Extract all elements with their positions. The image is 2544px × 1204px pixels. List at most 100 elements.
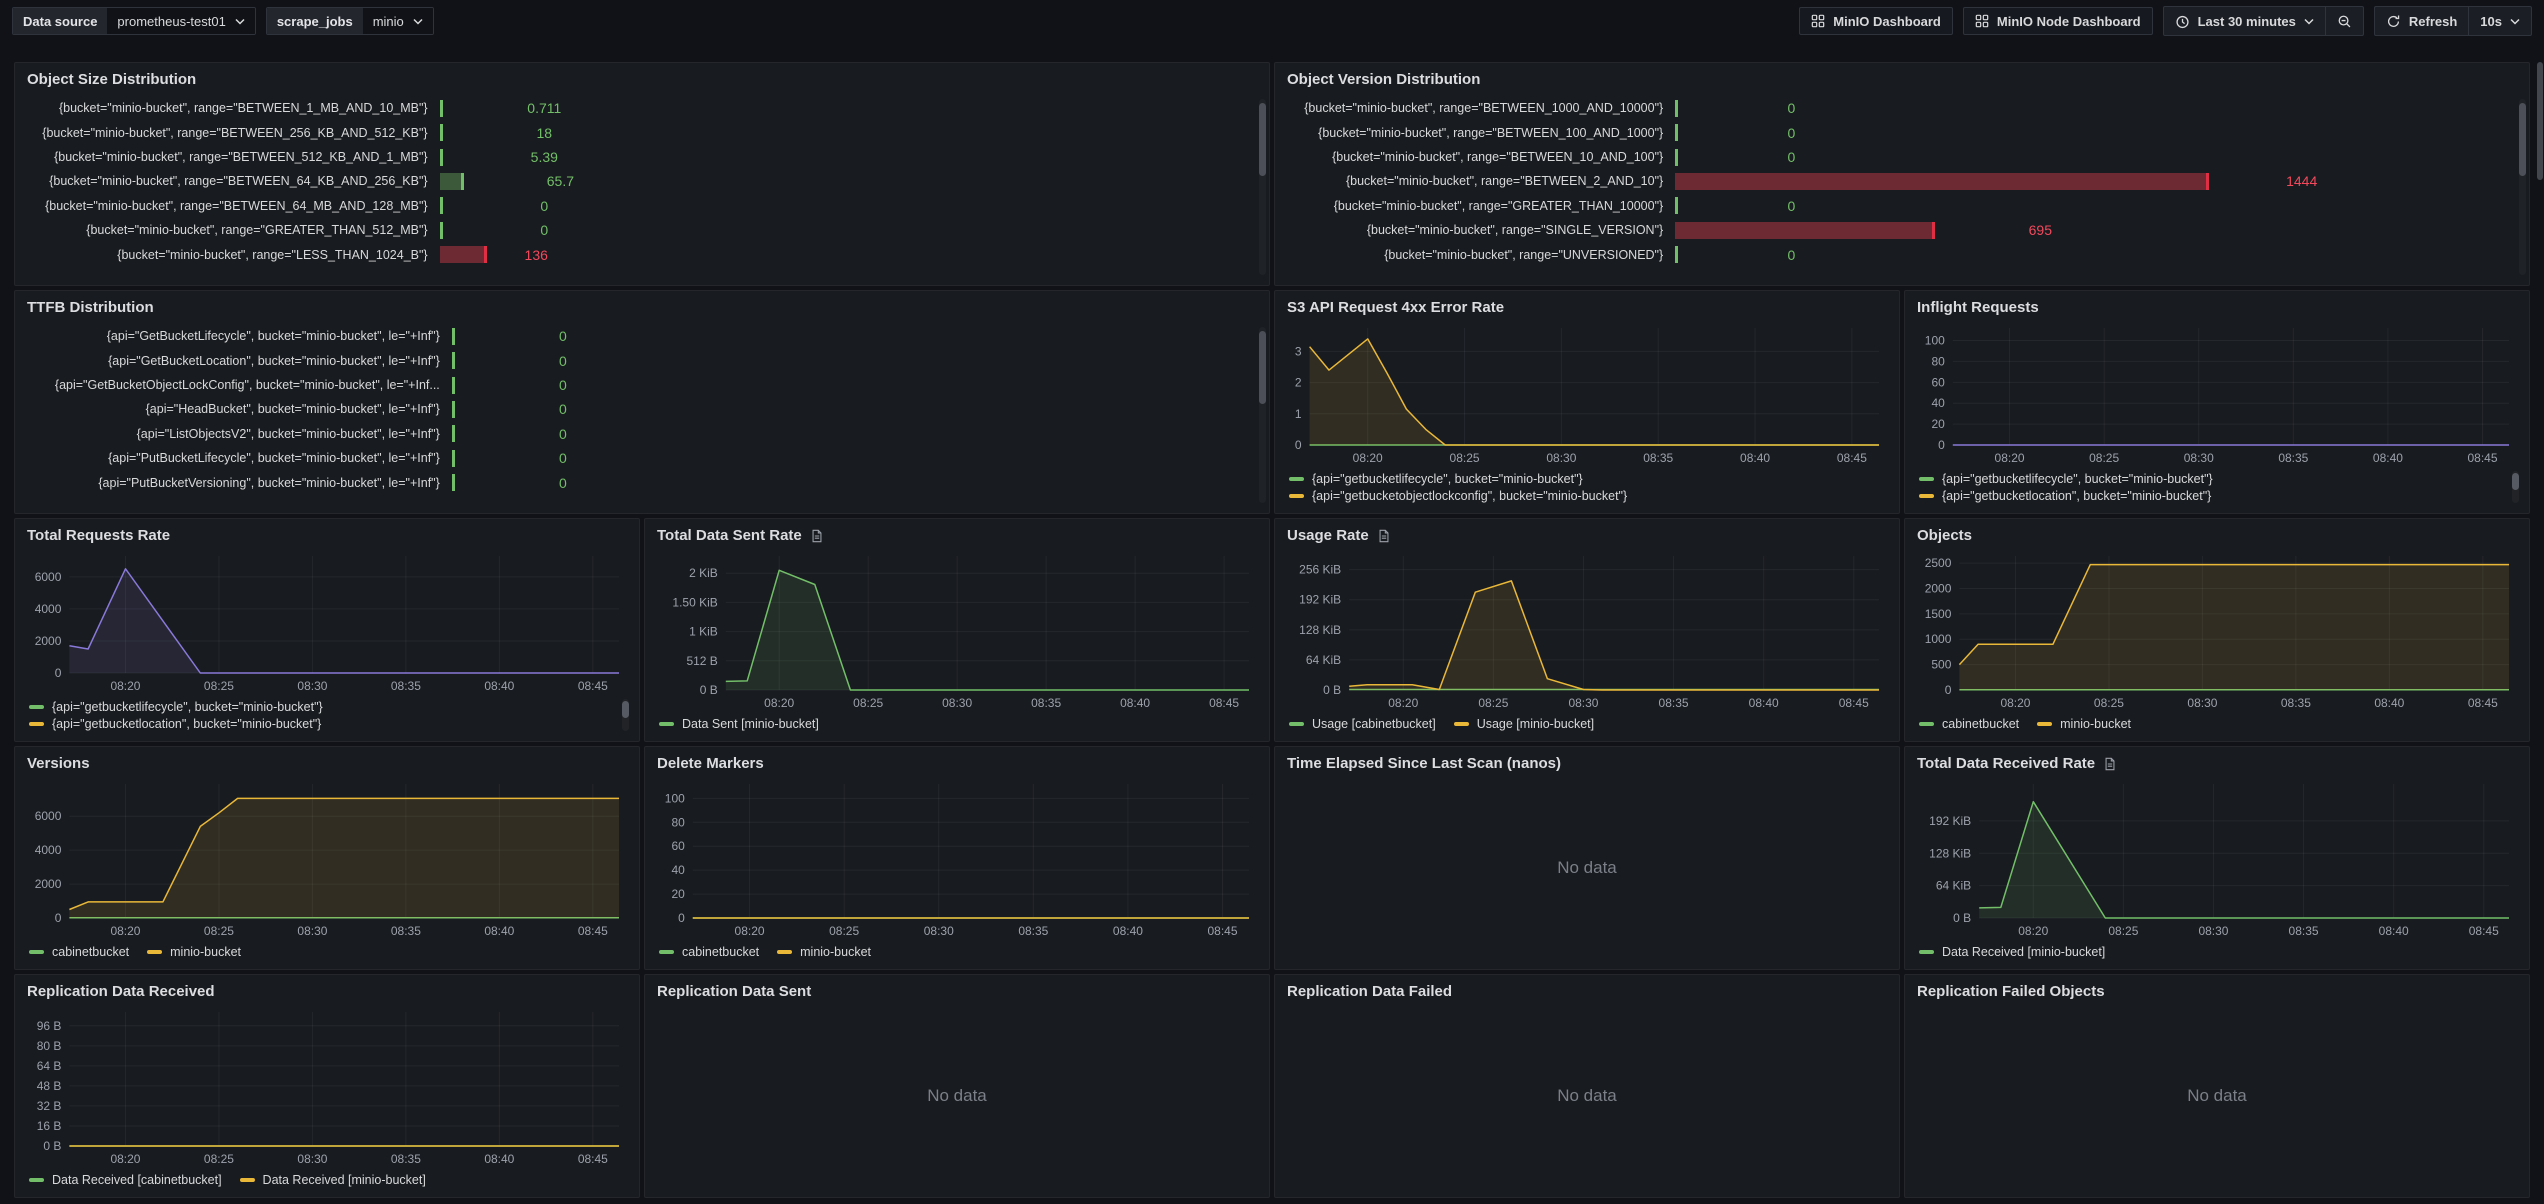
x-axis-tick-label: 08:35	[391, 679, 421, 693]
bar-gauge-bar	[452, 328, 455, 345]
bar-gauge-bar	[452, 352, 455, 369]
legend-item[interactable]: {api="getbucketlifecycle", bucket="minio…	[1919, 472, 2515, 486]
legend-item[interactable]: Usage [minio-bucket]	[1454, 717, 1594, 731]
minio-node-dashboard-link-button[interactable]: MinIO Node Dashboard	[1963, 7, 2153, 35]
datasource-label: Data source	[13, 8, 107, 34]
legend-scrollbar-thumb[interactable]	[622, 701, 629, 718]
legend-swatch	[2037, 722, 2052, 726]
bar-gauge-value: 0	[1787, 100, 1795, 116]
clock-icon	[2175, 14, 2190, 29]
x-axis-tick-label: 08:40	[1120, 696, 1150, 710]
panel-description-icon[interactable]	[1377, 529, 1391, 543]
legend-swatch	[29, 722, 44, 726]
time-range-picker[interactable]: Last 30 minutes	[2164, 7, 2325, 35]
panel-description-icon[interactable]	[2103, 757, 2117, 771]
scrape-jobs-select[interactable]: minio	[363, 8, 433, 34]
panel-title[interactable]: Usage Rate	[1287, 527, 1369, 544]
y-axis-tick-label: 0	[1938, 438, 1945, 452]
panel-scrollbar-thumb[interactable]	[2519, 103, 2526, 177]
legend-item[interactable]: Data Received [cabinetbucket]	[29, 1173, 222, 1187]
series-line	[1349, 581, 1879, 690]
panel-title[interactable]: Objects	[1917, 527, 1972, 544]
datasource-select[interactable]: prometheus-test01	[107, 8, 254, 34]
bar-gauge-label: {bucket="minio-bucket", range="BETWEEN_6…	[25, 174, 440, 188]
bar-gauge-row: {api="GetBucketLifecycle", bucket="minio…	[25, 324, 1245, 348]
bar-gauge-label: {bucket="minio-bucket", range="BETWEEN_1…	[1285, 126, 1675, 140]
refresh-label: Refresh	[2409, 14, 2457, 29]
panel-title[interactable]: Total Requests Rate	[27, 527, 170, 544]
panel-title[interactable]: Versions	[27, 755, 90, 772]
legend-label: Data Received [minio-bucket]	[1942, 945, 2105, 959]
panel-scrollbar-thumb[interactable]	[1259, 331, 1266, 405]
legend-item[interactable]: Data Received [minio-bucket]	[240, 1173, 426, 1187]
x-axis-tick-label: 08:45	[2469, 924, 2499, 938]
x-axis-tick-label: 08:30	[942, 696, 972, 710]
x-axis-tick-label: 08:45	[1837, 451, 1867, 465]
series-area-fill	[1310, 339, 1879, 445]
bar-gauge-bar	[1675, 124, 1678, 141]
refresh-interval-value: 10s	[2480, 14, 2502, 29]
panel-title[interactable]: Replication Data Received	[27, 983, 215, 1000]
legend-item[interactable]: Usage [cabinetbucket]	[1289, 717, 1436, 731]
legend-item[interactable]: minio-bucket	[777, 945, 871, 959]
panel-title[interactable]: Object Version Distribution	[1287, 71, 1480, 88]
legend-scrollbar-thumb[interactable]	[2512, 473, 2519, 490]
zoom-out-time-button[interactable]	[2325, 7, 2363, 35]
legend-item[interactable]: minio-bucket	[147, 945, 241, 959]
panel-title[interactable]: TTFB Distribution	[27, 299, 154, 316]
legend-item[interactable]: cabinetbucket	[659, 945, 759, 959]
legend-item[interactable]: Data Received [minio-bucket]	[1919, 945, 2105, 959]
legend-item[interactable]: cabinetbucket	[29, 945, 129, 959]
refresh-interval-select[interactable]: 10s	[2468, 7, 2531, 35]
chart-legend: Data Received [cabinetbucket] Data Receiv…	[25, 1170, 629, 1189]
magnifier-minus-icon	[2337, 14, 2352, 29]
page-scrollbar[interactable]	[2537, 62, 2543, 180]
series-area-fill	[1349, 581, 1879, 690]
legend-item[interactable]: Data Sent [minio-bucket]	[659, 717, 819, 731]
timeseries-chart: 08:2008:2508:3008:3508:4008:450 B64 KiB1…	[1285, 546, 1889, 714]
panel-scrollbar-thumb[interactable]	[1259, 103, 1266, 177]
legend-item[interactable]: {api="getbucketlocation", bucket="minio-…	[1919, 489, 2515, 503]
bar-gauge-track: 0	[1675, 197, 2505, 214]
y-axis-tick-label: 2000	[35, 634, 62, 648]
legend-item[interactable]: minio-bucket	[2037, 717, 2131, 731]
panel-title[interactable]: Replication Failed Objects	[1917, 983, 2105, 1000]
panel-title[interactable]: Object Size Distribution	[27, 71, 196, 88]
legend-swatch	[29, 1178, 44, 1182]
y-axis-tick-label: 0	[55, 666, 62, 680]
x-axis-tick-label: 08:25	[2108, 924, 2138, 938]
x-axis-tick-label: 08:25	[2089, 451, 2119, 465]
panel-title[interactable]: Total Data Sent Rate	[657, 527, 802, 544]
refresh-button[interactable]: Refresh	[2375, 7, 2468, 35]
legend-item[interactable]: {api="getbucketlifecycle", bucket="minio…	[1289, 472, 1885, 486]
legend-item[interactable]: cabinetbucket	[1919, 717, 2019, 731]
y-axis-tick-label: 64 KiB	[1936, 879, 1971, 893]
panel-ttfb-distribution: TTFB Distribution {api="GetBucketLifecyc…	[14, 290, 1270, 514]
legend-item[interactable]: {api="getbucketlifecycle", bucket="minio…	[29, 700, 625, 714]
minio-dashboard-link-button[interactable]: MinIO Dashboard	[1799, 7, 1953, 35]
y-axis-tick-label: 0	[678, 911, 685, 925]
panel-title[interactable]: S3 API Request 4xx Error Rate	[1287, 299, 1504, 316]
legend-item[interactable]: {api="getbucketobjectlockconfig", bucket…	[1289, 489, 1885, 503]
panel-title[interactable]: Replication Data Sent	[657, 983, 811, 1000]
apps-grid-icon	[1811, 14, 1825, 28]
scrape-jobs-value: minio	[373, 14, 404, 29]
x-axis-tick-label: 08:35	[391, 924, 421, 938]
y-axis-tick-label: 2000	[35, 877, 62, 891]
panel-title[interactable]: Time Elapsed Since Last Scan (nanos)	[1287, 755, 1561, 772]
panel-description-icon[interactable]	[810, 529, 824, 543]
bar-gauge-value: 18	[536, 125, 552, 141]
panel-title[interactable]: Replication Data Failed	[1287, 983, 1452, 1000]
bar-gauge-row: {bucket="minio-bucket", range="BETWEEN_6…	[25, 194, 1245, 218]
bar-gauge-bar	[440, 173, 464, 190]
x-axis-tick-label: 08:40	[484, 1152, 514, 1166]
legend-item[interactable]: {api="getbucketlocation", bucket="minio-…	[29, 717, 625, 731]
bar-gauge-row: {bucket="minio-bucket", range="BETWEEN_6…	[25, 169, 1245, 193]
panel-title[interactable]: Total Data Received Rate	[1917, 755, 2095, 772]
refresh-icon	[2386, 14, 2401, 29]
legend-scrollbar	[2512, 471, 2519, 503]
panel-title[interactable]: Delete Markers	[657, 755, 764, 772]
y-axis-tick-label: 512 B	[686, 654, 717, 668]
panel-title[interactable]: Inflight Requests	[1917, 299, 2039, 316]
panel-total-data-sent-rate: Total Data Sent Rate 08:2008:2508:3008:3…	[644, 518, 1270, 742]
